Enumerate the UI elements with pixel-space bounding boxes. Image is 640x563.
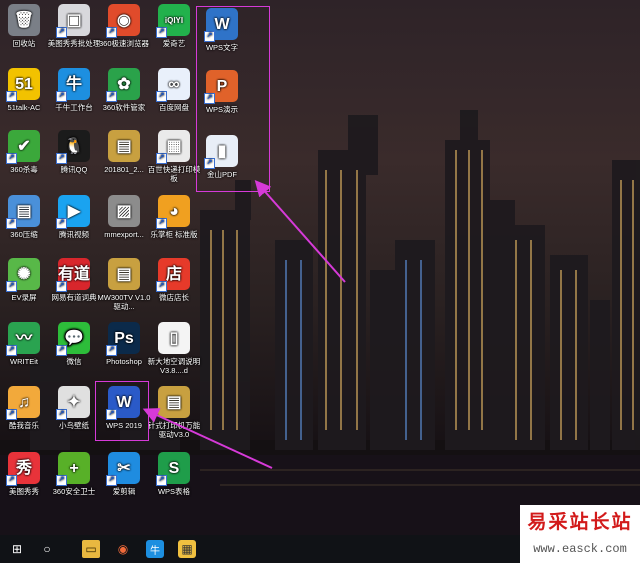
app-icon: ▦ xyxy=(181,542,193,556)
arrow-to-wps2019 xyxy=(142,408,273,469)
cortana-circle-icon: ○ xyxy=(43,542,51,556)
qianniu-icon: 牛 xyxy=(150,545,160,557)
annotation-arrows xyxy=(142,180,346,469)
watermark-url: www.easck.com xyxy=(533,542,627,556)
taskbar-qianniu[interactable]: 牛 xyxy=(146,540,164,558)
browser-icon: ◉ xyxy=(117,542,129,556)
folder-icon: ▭ xyxy=(85,542,97,556)
watermark-title: 易采站长站 xyxy=(527,511,633,533)
search-button[interactable]: ○ xyxy=(38,540,56,558)
desktop[interactable]: 🗑 回收站 ▣ ↗ 美图秀秀批处理 ◉ ↗ 360极速浏览器 iQIYI ↗ 爱奇艺 W ↗ WPS文字 5… xyxy=(0,0,640,535)
taskbar-app[interactable]: ▦ xyxy=(178,540,196,558)
windows-logo-icon: ⊞ xyxy=(11,542,23,556)
taskbar-browser[interactable]: ◉ xyxy=(114,540,132,558)
start-button[interactable]: ⊞ xyxy=(8,540,26,558)
taskbar-file-explorer[interactable]: ▭ xyxy=(82,540,100,558)
watermark: 易采站长站 www.easck.com xyxy=(520,505,640,563)
arrow-to-wps-group xyxy=(254,180,346,283)
